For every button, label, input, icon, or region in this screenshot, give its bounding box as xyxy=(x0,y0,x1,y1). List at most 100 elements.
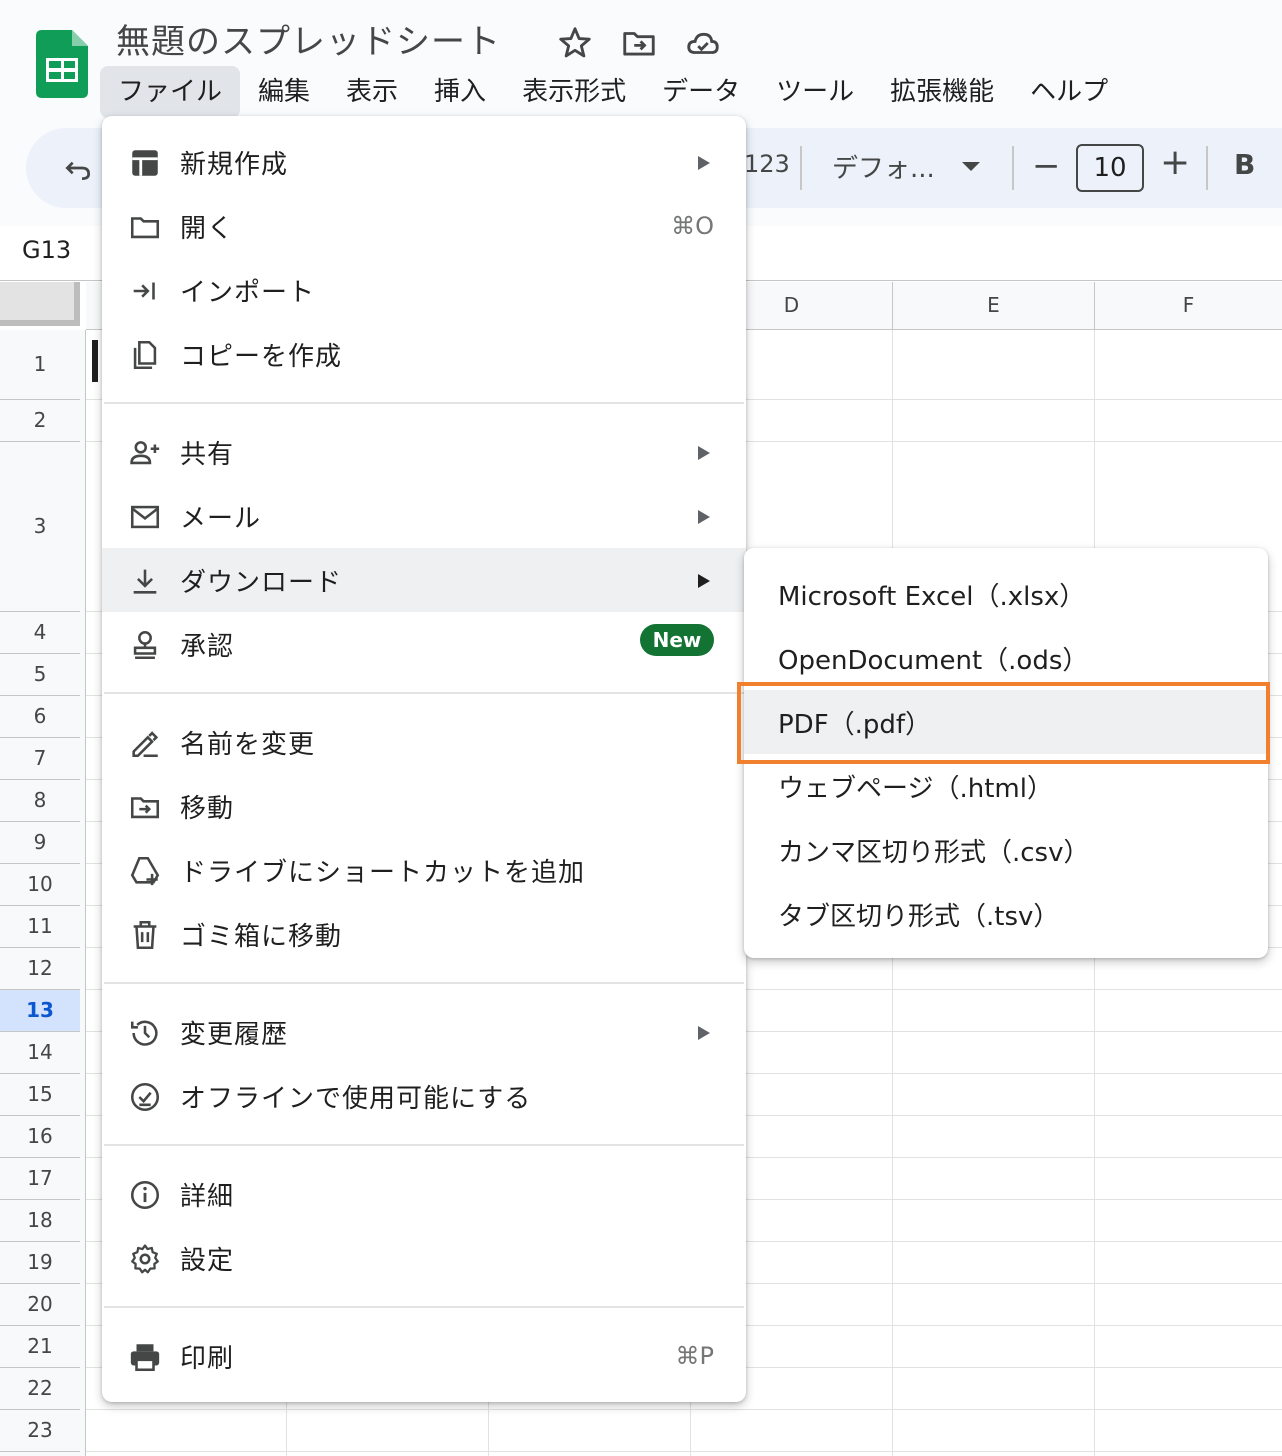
row-header[interactable]: 23 xyxy=(0,1410,80,1452)
download-xlsx[interactable]: Microsoft Excel（.xlsx） xyxy=(744,562,1268,626)
menu-tools[interactable]: ツール xyxy=(758,66,872,118)
row-header[interactable]: 16 xyxy=(0,1116,80,1158)
submenu-arrow-icon xyxy=(698,156,710,170)
menu-item-version-history[interactable]: 変更履歴 xyxy=(102,1000,746,1064)
menu-divider xyxy=(104,1306,744,1308)
menu-edit[interactable]: 編集 xyxy=(240,66,328,118)
font-family-select[interactable]: デフォ... xyxy=(832,148,935,185)
menu-item-label: 開く xyxy=(180,214,235,244)
menu-item-details[interactable]: 詳細 xyxy=(102,1162,746,1226)
menu-item-label: オフラインで使用可能にする xyxy=(180,1084,532,1114)
row-header[interactable]: 6 xyxy=(0,696,80,738)
menu-item-new[interactable]: 新規作成 xyxy=(102,130,746,194)
menu-item-import[interactable]: インポート xyxy=(102,258,746,322)
menu-item-label: 名前を変更 xyxy=(180,730,316,760)
menu-item-add-drive-shortcut[interactable]: ドライブにショートカットを追加 xyxy=(102,838,746,902)
submenu-item-label: カンマ区切り形式（.csv） xyxy=(778,838,1090,868)
download-ods[interactable]: OpenDocument（.ods） xyxy=(744,626,1268,690)
copy-icon xyxy=(128,338,162,372)
star-icon[interactable] xyxy=(556,24,594,62)
shortcut-label: ⌘O xyxy=(671,212,714,240)
row-header[interactable]: 10 xyxy=(0,864,80,906)
cell-a1-content[interactable] xyxy=(92,340,98,382)
submenu-item-label: Microsoft Excel（.xlsx） xyxy=(778,582,1086,612)
menu-data[interactable]: データ xyxy=(644,66,758,118)
menu-item-make-copy[interactable]: コピーを作成 xyxy=(102,322,746,386)
row-header[interactable]: 2 xyxy=(0,400,80,442)
menu-item-label: ゴミ箱に移動 xyxy=(180,922,343,952)
row-header[interactable]: 18 xyxy=(0,1200,80,1242)
row-header[interactable]: 19 xyxy=(0,1242,80,1284)
download-icon xyxy=(128,564,162,598)
import-icon xyxy=(128,274,162,308)
trash-icon xyxy=(128,918,162,952)
document-title[interactable]: 無題のスプレッドシート xyxy=(116,14,501,63)
name-box[interactable]: G13 xyxy=(22,236,71,264)
menu-item-open[interactable]: 開く ⌘O xyxy=(102,194,746,258)
menu-file[interactable]: ファイル xyxy=(100,66,241,118)
toolbar-divider xyxy=(800,146,802,190)
menu-item-rename[interactable]: 名前を変更 xyxy=(102,710,746,774)
submenu-arrow-icon xyxy=(698,574,710,588)
move-to-folder-icon[interactable] xyxy=(620,24,658,62)
menu-item-settings[interactable]: 設定 xyxy=(102,1226,746,1290)
column-header-e[interactable]: E xyxy=(892,282,1094,330)
submenu-arrow-icon xyxy=(698,510,710,524)
menu-divider xyxy=(104,692,744,694)
chevron-down-icon[interactable] xyxy=(962,162,980,171)
decrease-font-size-button[interactable]: − xyxy=(1032,146,1061,186)
menu-divider xyxy=(104,402,744,404)
row-header[interactable]: 14 xyxy=(0,1032,80,1074)
new-sheet-icon xyxy=(128,146,162,180)
cloud-status-icon[interactable] xyxy=(684,24,722,62)
download-csv[interactable]: カンマ区切り形式（.csv） xyxy=(744,818,1268,882)
row-header[interactable]: 8 xyxy=(0,780,80,822)
mail-icon xyxy=(128,500,162,534)
column-header-f[interactable]: F xyxy=(1094,282,1282,330)
row-header[interactable]: 12 xyxy=(0,948,80,990)
row-header[interactable]: 7 xyxy=(0,738,80,780)
row-header[interactable]: 1 xyxy=(0,330,80,400)
menu-insert[interactable]: 挿入 xyxy=(416,66,504,118)
row-header[interactable]: 3 xyxy=(0,442,80,612)
row-header[interactable]: 9 xyxy=(0,822,80,864)
menu-divider xyxy=(104,982,744,984)
menu-item-download[interactable]: ダウンロード xyxy=(102,548,746,612)
row-header[interactable]: 15 xyxy=(0,1074,80,1116)
folder-open-icon xyxy=(128,210,162,244)
menu-item-trash[interactable]: ゴミ箱に移動 xyxy=(102,902,746,966)
row-header[interactable]: 20 xyxy=(0,1284,80,1326)
select-all-corner[interactable] xyxy=(0,282,80,326)
menu-item-label: 移動 xyxy=(180,794,235,824)
row-header[interactable]: 5 xyxy=(0,654,80,696)
bold-button[interactable]: B xyxy=(1234,148,1255,181)
file-menu: 新規作成 開く ⌘O インポート コピーを作成 共有 メール ダウンロード 承認… xyxy=(102,116,746,1402)
menu-item-email[interactable]: メール xyxy=(102,484,746,548)
submenu-item-label: ウェブページ（.html） xyxy=(778,774,1053,804)
menu-format[interactable]: 表示形式 xyxy=(504,66,644,118)
menu-item-print[interactable]: 印刷 ⌘P xyxy=(102,1324,746,1388)
menu-item-offline[interactable]: オフラインで使用可能にする xyxy=(102,1064,746,1128)
menu-item-move[interactable]: 移動 xyxy=(102,774,746,838)
row-header[interactable]: 21 xyxy=(0,1326,80,1368)
menu-item-label: 印刷 xyxy=(180,1344,235,1374)
number-format-button[interactable]: 123 xyxy=(744,150,790,178)
drive-shortcut-icon xyxy=(128,854,162,888)
row-header[interactable]: 17 xyxy=(0,1158,80,1200)
menu-extensions[interactable]: 拡張機能 xyxy=(872,66,1012,118)
row-header[interactable]: 22 xyxy=(0,1368,80,1410)
menu-help[interactable]: ヘルプ xyxy=(1012,66,1126,118)
download-tsv[interactable]: タブ区切り形式（.tsv） xyxy=(744,882,1268,946)
undo-icon[interactable] xyxy=(62,152,94,184)
row-header[interactable]: 13 xyxy=(0,990,80,1032)
row-header[interactable]: 11 xyxy=(0,906,80,948)
menu-item-share[interactable]: 共有 xyxy=(102,420,746,484)
menu-item-approvals[interactable]: 承認 New xyxy=(102,612,746,676)
menu-view[interactable]: 表示 xyxy=(328,66,416,118)
font-size-input[interactable]: 10 xyxy=(1076,144,1144,192)
sheets-logo-icon[interactable] xyxy=(36,30,88,98)
row-header[interactable]: 4 xyxy=(0,612,80,654)
increase-font-size-button[interactable]: + xyxy=(1160,142,1190,183)
offline-icon xyxy=(128,1080,162,1114)
info-icon xyxy=(128,1178,162,1212)
